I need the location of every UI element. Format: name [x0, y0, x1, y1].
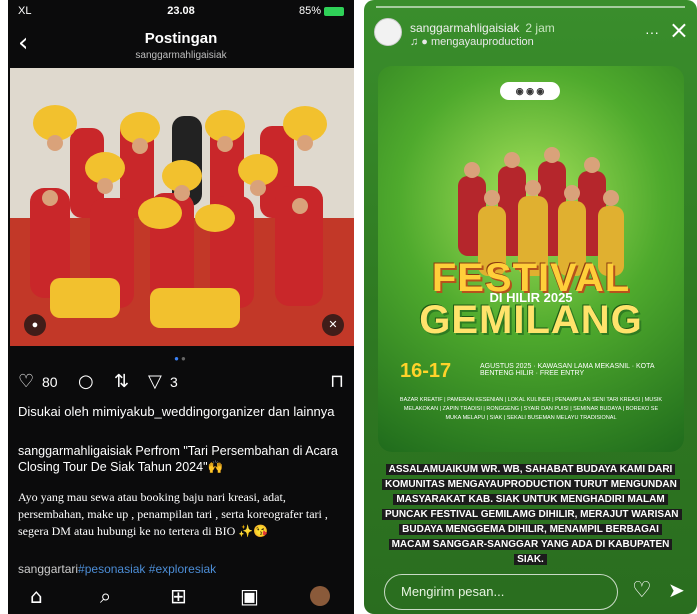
reply-input[interactable]: Mengirim pesan...	[384, 574, 618, 610]
profile-avatar[interactable]	[310, 586, 330, 606]
more-options-icon[interactable]: ···	[645, 24, 659, 40]
liked-by-text[interactable]: Disukai oleh mimiyakub_weddingorganizer …	[18, 404, 344, 420]
story-music-label[interactable]: mengayauproduction	[431, 36, 534, 48]
story-music[interactable]: ♫ ● mengayauproduction	[410, 36, 534, 48]
poster-title-gemilang: GEMILANG	[419, 298, 643, 342]
story-progress-bar	[376, 6, 685, 8]
battery-indicator: 85%	[299, 5, 344, 17]
post-tags: sanggartari#pesonasiak #exploresiak	[18, 562, 344, 576]
festival-poster: ◉ ◉ ◉ FESTIVAL DI HILIR 2025 GEMILANG 16…	[378, 66, 684, 452]
hashtag-pesonasiak[interactable]: #pesonasiak	[78, 562, 145, 576]
search-icon[interactable]: ⌕	[100, 584, 111, 608]
create-icon[interactable]: ⊞	[170, 584, 187, 608]
tag-prefix: sanggartari	[18, 562, 79, 576]
like-story-icon[interactable]: ♡	[632, 578, 652, 603]
status-bar: XL 23.08 85%	[8, 0, 354, 22]
poster-event-info: BAZAR KREATIF | PAMERAN KESENIAN | LOKAL…	[399, 397, 663, 421]
page-title: Postingan	[144, 30, 218, 47]
account-name[interactable]: sanggarmahligaisiak	[8, 50, 354, 61]
repost-icon[interactable]: ⇅	[114, 370, 129, 394]
poster-date: 16-17	[400, 360, 452, 382]
send-icon[interactable]: ➤	[668, 578, 685, 602]
story-avatar[interactable]	[374, 18, 402, 46]
story-time: 2 jam	[525, 21, 555, 35]
comment-icon[interactable]: ○	[78, 370, 94, 394]
tagged-people-icon[interactable]: ●	[24, 314, 46, 336]
post-photo[interactable]: ● ✕	[10, 68, 354, 346]
story-message: ASSALAMUAIKUM WR. WB, SAHABAT BUDAYA KAM…	[382, 462, 682, 567]
share-icon[interactable]: ▽	[148, 370, 162, 394]
home-icon[interactable]: ⌂	[30, 584, 43, 608]
reply-placeholder: Mengirim pesan...	[401, 584, 505, 599]
likes-count: 80	[42, 374, 58, 390]
story-message-text: ASSALAMUAIKUM WR. WB, SAHABAT BUDAYA KAM…	[382, 464, 682, 565]
hashtag-exploresiak[interactable]: #exploresiak	[149, 562, 216, 576]
heart-icon[interactable]: ♡	[18, 370, 34, 394]
story-account-name[interactable]: sanggarmahligaisiak	[410, 21, 519, 35]
reels-icon[interactable]: ▣	[240, 584, 259, 608]
post-header: ‹ Postingan sanggarmahligaisiak	[8, 24, 354, 66]
battery-icon	[324, 6, 344, 16]
instagram-post-screen: XL 23.08 85% ‹ Postingan sanggarmahligai…	[8, 0, 354, 614]
carousel-dots: ●●	[174, 354, 188, 363]
dancers-photo-illustration	[10, 68, 354, 346]
poster-date-detail: AGUSTUS 2025 · KAWASAN LAMA MEKASNIL · K…	[480, 363, 655, 377]
post-caption: sanggarmahligaisiak Perfrom "Tari Persem…	[18, 444, 338, 474]
bookmark-icon[interactable]: ⊓	[330, 370, 344, 394]
close-icon[interactable]: ×	[669, 16, 689, 44]
post-actions: ♡ 80 ○ ⇅ ▽ 3 ⊓	[18, 370, 344, 396]
post-description: Ayo yang mau sewa atau booking baju nari…	[18, 490, 328, 538]
shares-count: 3	[170, 374, 178, 390]
bottom-navigation: ⌂ ⌕ ⊞ ▣	[8, 580, 354, 614]
mute-icon[interactable]: ✕	[322, 314, 344, 336]
battery-percent: 85%	[298, 5, 321, 17]
story-account[interactable]: sanggarmahligaisiak 2 jam	[410, 21, 555, 35]
instagram-story-screen: sanggarmahligaisiak 2 jam ♫ ● mengayaupro…	[364, 0, 697, 614]
sponsor-logos: ◉ ◉ ◉	[500, 82, 560, 100]
